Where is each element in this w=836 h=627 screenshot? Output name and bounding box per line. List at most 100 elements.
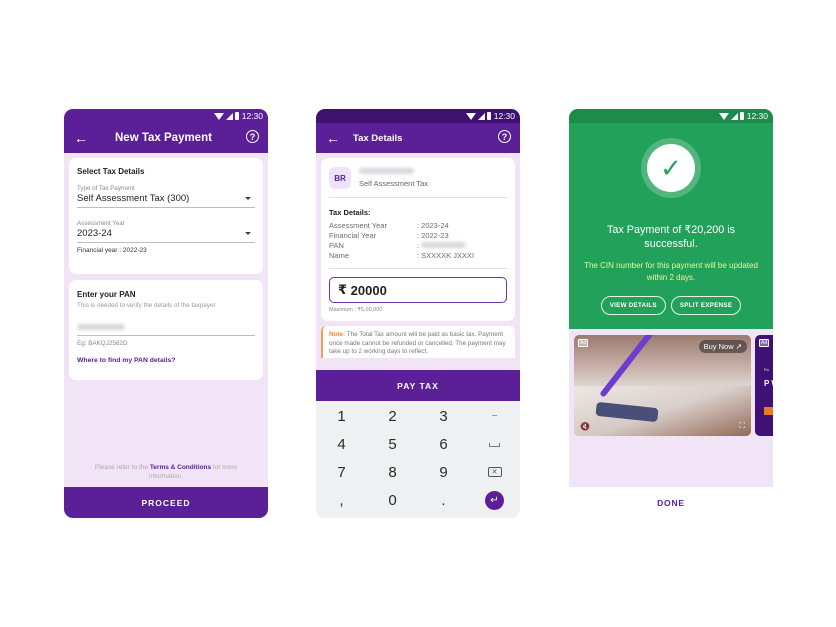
- note-text: The Total Tax amount will be paid as bas…: [329, 331, 506, 355]
- ad-tag: Ad: [759, 339, 770, 347]
- wifi-icon: [718, 112, 729, 120]
- status-bar: 12:30: [64, 109, 268, 123]
- note-label: Note:: [329, 331, 346, 338]
- battery-icon: [234, 112, 239, 120]
- key-2[interactable]: 2: [367, 403, 418, 431]
- ad2-caption: Ru: [764, 367, 770, 372]
- select-tax-details-card: Select Tax Details Type of Tax Payment S…: [69, 158, 263, 274]
- key-8[interactable]: 8: [367, 459, 418, 487]
- status-time: 12:30: [241, 111, 263, 121]
- tax-details-heading: Tax Details:: [329, 208, 371, 217]
- done-button[interactable]: DONE: [569, 487, 773, 518]
- key-1[interactable]: 1: [316, 403, 367, 431]
- app-bar: ← New Tax Payment ?: [64, 123, 268, 153]
- key-3[interactable]: 3: [418, 403, 469, 431]
- key-4[interactable]: 4: [316, 431, 367, 459]
- screen-payment-success: 12:30 ✓ Tax Payment of ₹20,200 is succes…: [569, 109, 773, 518]
- app-bar: ← Tax Details ?: [316, 123, 520, 153]
- terms-link[interactable]: Terms & Conditions: [150, 464, 211, 471]
- terms-footnote: Please refer to the Terms & Conditions f…: [64, 463, 268, 481]
- amount-value: 20000: [350, 282, 387, 298]
- key-7[interactable]: 7: [316, 459, 367, 487]
- success-message: Tax Payment of ₹20,200 is successful.: [606, 224, 736, 251]
- key-enter[interactable]: ↵: [469, 486, 520, 514]
- signal-icon: [730, 112, 738, 120]
- numeric-keypad: 1 2 3 − 4 5 6 7 8 9 ✕ , 0 . ↵: [316, 401, 520, 518]
- ad-card-second[interactable]: Ad Ru P W: [755, 335, 773, 436]
- pan-help-link[interactable]: Where to find my PAN details?: [77, 357, 255, 364]
- detail-value: : 2022-23: [417, 231, 449, 240]
- signal-icon: [225, 112, 233, 120]
- wifi-icon: [213, 112, 224, 120]
- tax-details-list: Assessment Year: 2023-24 Financial Year:…: [329, 221, 507, 260]
- maximum-text: Maximum : ₹5,00,000: [329, 307, 383, 313]
- assessment-year-dropdown[interactable]: 2023-24: [77, 227, 255, 243]
- enter-icon: ↵: [485, 490, 504, 510]
- tax-type-dropdown[interactable]: Self Assessment Tax (300): [77, 192, 255, 208]
- key-0[interactable]: 0: [367, 486, 418, 514]
- checkmark-icon: ✓: [647, 144, 695, 192]
- detail-key: Financial Year: [329, 231, 377, 240]
- pan-subtitle: This is needed to verify the details of …: [77, 302, 216, 309]
- tax-type-label: Type of Tax Payment: [77, 185, 135, 192]
- signal-icon: [477, 112, 485, 120]
- ad2-cta[interactable]: [764, 407, 773, 415]
- buy-now-button[interactable]: Buy Now ↗: [698, 340, 747, 353]
- cin-message: The CIN number for this payment will be …: [584, 261, 758, 283]
- card-title: Select Tax Details: [77, 167, 145, 176]
- status-time: 12:30: [493, 111, 515, 121]
- detail-key: PAN: [329, 241, 344, 250]
- financial-year-text: Financial year : 2022-23: [77, 247, 147, 254]
- view-details-button[interactable]: VIEW DETAILS: [600, 296, 666, 315]
- page-title: New Tax Payment: [115, 132, 212, 144]
- space-icon: [489, 442, 500, 447]
- proceed-button[interactable]: PROCEED: [64, 487, 268, 518]
- ad-card-vacuum[interactable]: Ad Buy Now ↗ 🔇 ⛶: [574, 335, 751, 436]
- card-title: Enter your PAN: [77, 290, 136, 299]
- back-arrow-icon[interactable]: ←: [74, 130, 94, 146]
- note-box: Note: The Total Tax amount will be paid …: [321, 326, 515, 358]
- taxpayer-name-blurred: [359, 168, 414, 174]
- ad-tag: Ad: [578, 339, 589, 347]
- key-period[interactable]: .: [418, 486, 469, 514]
- help-icon[interactable]: ?: [498, 130, 511, 143]
- detail-key: Name: [329, 251, 350, 260]
- assessment-year-value: 2023-24: [77, 228, 112, 239]
- tax-type-value: Self Assessment Tax (300): [77, 193, 190, 204]
- pan-example: Eg: BAKQJ2582D: [77, 340, 128, 347]
- success-panel: 12:30 ✓ Tax Payment of ₹20,200 is succes…: [569, 109, 773, 329]
- battery-icon: [739, 112, 744, 120]
- divider: [329, 268, 507, 269]
- fullscreen-icon[interactable]: ⛶: [739, 421, 745, 431]
- tax-details-card: BR Self Assessment Tax Tax Details: Asse…: [321, 158, 515, 321]
- key-5[interactable]: 5: [367, 431, 418, 459]
- detail-value: :: [417, 241, 507, 250]
- key-minus[interactable]: −: [469, 403, 520, 431]
- pan-card: Enter your PAN This is needed to verify …: [69, 280, 263, 380]
- mute-icon[interactable]: 🔇: [580, 422, 590, 431]
- rupee-icon: ₹: [338, 282, 348, 297]
- split-expense-button[interactable]: SPLIT EXPENSE: [670, 296, 742, 315]
- pay-tax-button[interactable]: PAY TAX: [316, 370, 520, 401]
- ad-carousel[interactable]: Ad Buy Now ↗ 🔇 ⛶ Ad Ru P W: [569, 329, 773, 489]
- detail-key: Assessment Year: [329, 221, 387, 230]
- screen-tax-details: 12:30 ← Tax Details ? BR Self Assessment…: [316, 109, 520, 518]
- assessment-year-label: Assessment Year: [77, 220, 125, 227]
- key-space[interactable]: [469, 431, 520, 459]
- tax-type-text: Self Assessment Tax: [359, 179, 429, 188]
- amount-input[interactable]: ₹ 20000: [329, 277, 507, 303]
- help-icon[interactable]: ?: [246, 130, 259, 143]
- detail-value: : SXXXXK JXXXI: [417, 251, 475, 260]
- key-6[interactable]: 6: [418, 431, 469, 459]
- ad2-headline: P W: [764, 379, 773, 388]
- status-bar: 12:30: [569, 109, 773, 123]
- page-title: Tax Details: [353, 132, 403, 144]
- key-comma[interactable]: ,: [316, 486, 367, 514]
- pan-input[interactable]: [77, 321, 255, 336]
- back-arrow-icon[interactable]: ←: [326, 130, 346, 146]
- dropdown-caret-icon: [245, 197, 251, 200]
- wifi-icon: [465, 112, 476, 120]
- key-backspace[interactable]: ✕: [469, 459, 520, 487]
- backspace-icon: ✕: [487, 467, 502, 478]
- key-9[interactable]: 9: [418, 459, 469, 487]
